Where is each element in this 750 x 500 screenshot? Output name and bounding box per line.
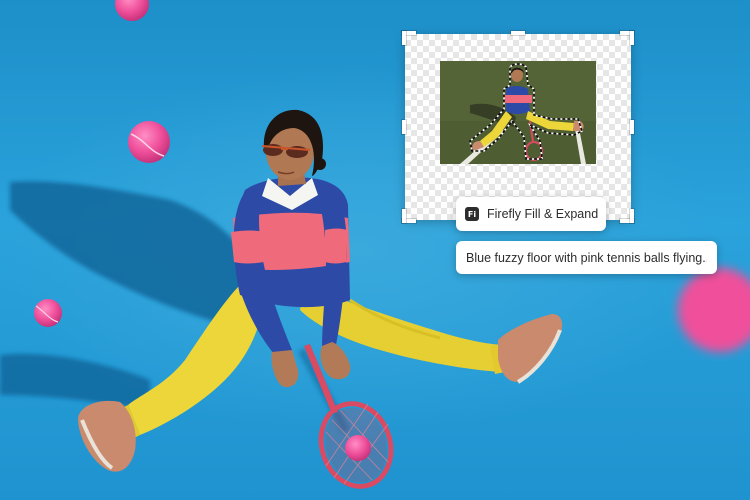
crop-handle-bottom-right-v[interactable] (630, 209, 634, 223)
right-hand (320, 342, 351, 380)
crop-handle-bottom-left-v[interactable] (402, 209, 406, 223)
crop-handle-top-mid[interactable] (511, 31, 525, 35)
left-hand (271, 350, 299, 388)
prompt-text: Blue fuzzy floor with pink tennis balls … (466, 250, 707, 265)
crop-handle-left-mid[interactable] (402, 120, 406, 134)
tennis-ball-small (34, 299, 62, 327)
expand-canvas-preview[interactable] (402, 31, 634, 223)
tennis-ball-blurred (678, 268, 750, 352)
tennis-racket (304, 344, 394, 489)
crop-handle-top-right-v[interactable] (630, 31, 634, 45)
tennis-ball-left (128, 121, 170, 163)
crop-handle-right-mid[interactable] (630, 120, 634, 134)
crop-handle-top-left-v[interactable] (402, 31, 406, 45)
original-image-thumbnail (440, 61, 596, 164)
firefly-logo-icon: Fi (465, 207, 479, 221)
tennis-ball-top (115, 0, 149, 21)
firefly-fill-expand-button[interactable]: Fi Firefly Fill & Expand (456, 197, 606, 231)
leg-shadow (0, 353, 150, 410)
firefly-fill-expand-label: Firefly Fill & Expand (487, 207, 599, 221)
prompt-input[interactable]: Blue fuzzy floor with pink tennis balls … (456, 241, 717, 274)
